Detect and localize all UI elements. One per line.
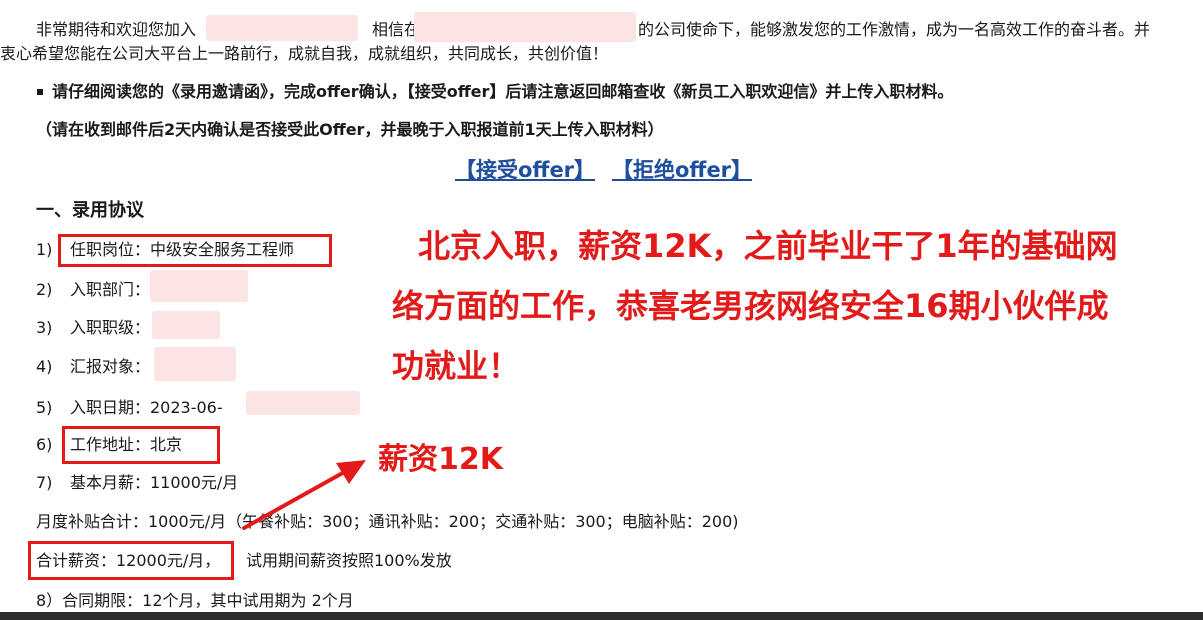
bottom-scrollbar[interactable] xyxy=(0,612,1203,620)
annotation-arrow-icon xyxy=(242,460,366,530)
offer-letter-screenshot: { "intro": { "line1_a": "非常期待和欢迎您加入", "l… xyxy=(0,0,1203,620)
